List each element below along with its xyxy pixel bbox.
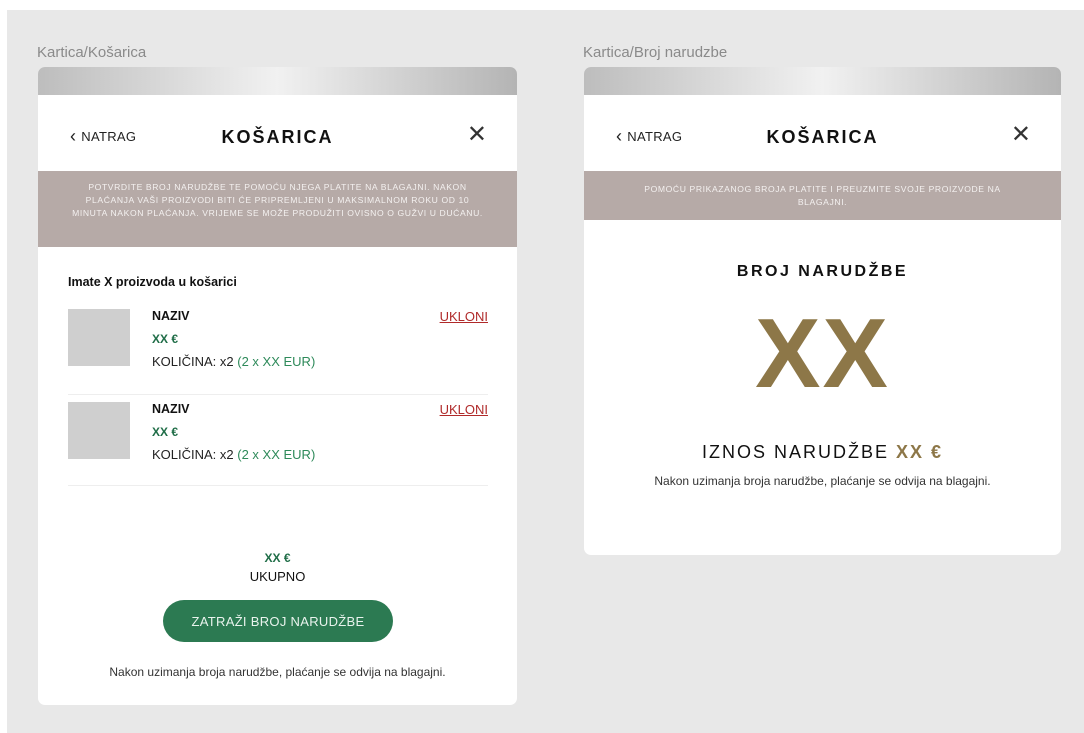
cart-card: ‹ NATRAG KOŠARICA ✕ POTVRDITE BROJ NARUD…: [38, 67, 517, 705]
product-quantity: KOLIČINA: x2 (2 x XX EUR): [152, 354, 315, 369]
payment-footnote: Nakon uzimanja broja narudžbe, plaćanje …: [654, 474, 991, 488]
order-card: ‹ NATRAG KOŠARICA ✕ POMOĆU PRIKAZANOG BR…: [584, 67, 1061, 555]
product-name: NAZIV: [152, 309, 190, 323]
payment-footnote: Nakon uzimanja broja narudžbe, plaćanje …: [109, 665, 446, 679]
request-order-number-button[interactable]: ZATRAŽI BROJ NARUDŽBE: [163, 600, 393, 642]
product-price: XX €: [152, 425, 179, 439]
cart-item: NAZIV XX € KOLIČINA: x2 (2 x XX EUR) UKL…: [68, 402, 488, 494]
product-image-placeholder: [68, 402, 130, 459]
close-icon[interactable]: ✕: [1011, 123, 1031, 147]
page-title: KOŠARICA: [766, 127, 879, 147]
total-label: UKUPNO: [249, 569, 306, 584]
frame-label-order: Kartica/Broj narudzbe: [583, 44, 728, 61]
quantity-detail: (2 x XX EUR): [237, 447, 316, 462]
product-quantity: KOLIČINA: x2 (2 x XX EUR): [152, 447, 315, 462]
product-image-placeholder: [68, 309, 130, 366]
order-number-heading: BROJ NARUDŽBE: [736, 263, 909, 280]
cart-notice-banner: POTVRDITE BROJ NARUDŽBE TE POMOĆU NJEGA …: [38, 171, 517, 247]
order-amount: IZNOS NARUDŽBE XX €: [584, 442, 1061, 463]
card-top-bar: [584, 67, 1061, 95]
quantity-label: KOLIČINA: x2: [152, 354, 234, 369]
cart-header: ‹ NATRAG KOŠARICA ✕: [38, 107, 517, 167]
order-amount-value: XX €: [896, 442, 944, 462]
remove-item-button[interactable]: UKLONI: [440, 402, 488, 417]
page-title: KOŠARICA: [221, 127, 334, 147]
product-price: XX €: [152, 332, 179, 346]
cart-item: NAZIV XX € KOLIČINA: x2 (2 x XX EUR) UKL…: [68, 309, 488, 401]
order-notice-banner: POMOĆU PRIKAZANOG BROJA PLATITE I PREUZM…: [584, 171, 1061, 220]
design-canvas: Kartica/Košarica ‹ NATRAG KOŠARICA ✕ POT…: [7, 10, 1084, 733]
quantity-detail: (2 x XX EUR): [237, 354, 316, 369]
total-price: XX €: [264, 551, 291, 565]
order-header: ‹ NATRAG KOŠARICA ✕: [584, 107, 1061, 167]
order-amount-label: IZNOS NARUDŽBE: [701, 442, 889, 462]
remove-item-button[interactable]: UKLONI: [440, 309, 488, 324]
item-divider: [68, 485, 488, 486]
frame-label-cart: Kartica/Košarica: [37, 44, 147, 61]
close-icon[interactable]: ✕: [467, 123, 487, 147]
order-number: XX: [755, 298, 890, 408]
quantity-label: KOLIČINA: x2: [152, 447, 234, 462]
item-divider: [68, 394, 488, 395]
items-count-heading: Imate X proizvoda u košarici: [68, 275, 237, 289]
card-top-bar: [38, 67, 517, 95]
product-name: NAZIV: [152, 402, 190, 416]
